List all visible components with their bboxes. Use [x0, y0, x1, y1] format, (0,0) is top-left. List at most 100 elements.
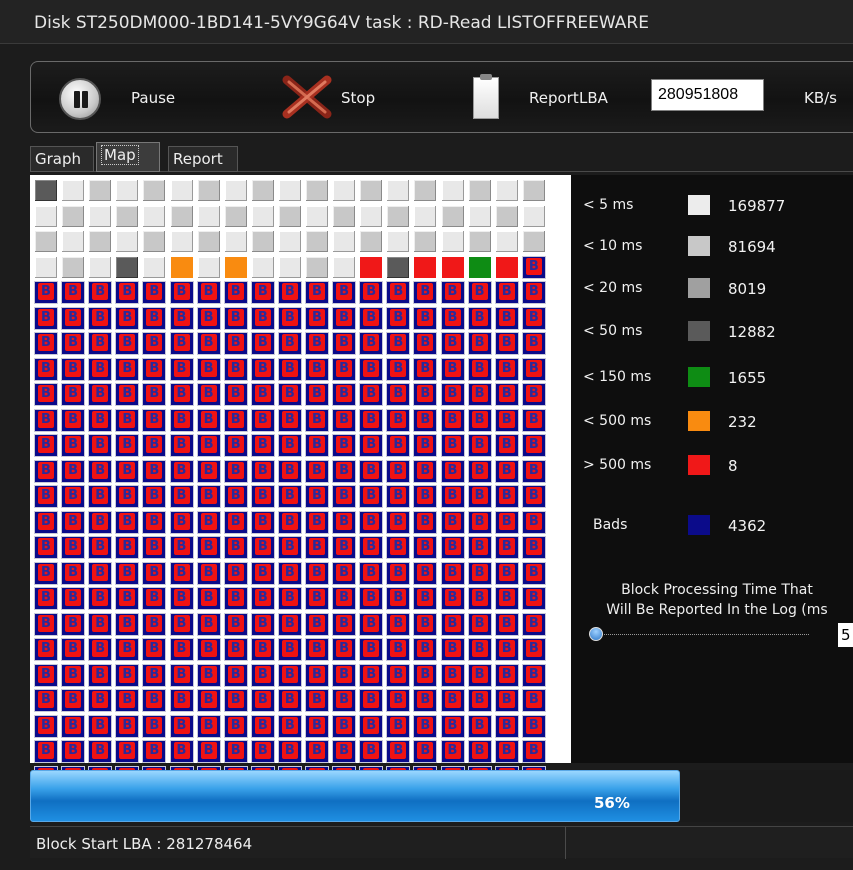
bad-block-cell: [494, 383, 519, 406]
bad-block-cell: [332, 587, 357, 610]
bad-block-cell: [521, 663, 546, 687]
bad-block-cell: [386, 408, 411, 432]
threshold-slider[interactable]: [589, 627, 809, 647]
bad-block-cell: [250, 689, 275, 712]
bad-block-cell: [88, 357, 113, 381]
legend-swatch: [688, 321, 710, 341]
toolbar: Pause Stop Report LBA 280951808 KB/s: [30, 61, 853, 133]
clipboard-icon: [473, 74, 499, 119]
bad-block-cell: [467, 689, 492, 712]
bad-block-cell: [494, 561, 519, 585]
bad-block-cell: [359, 689, 384, 712]
bad-block-cell: [305, 434, 329, 457]
tab-map[interactable]: Map: [96, 142, 160, 172]
bad-block-cell: [142, 510, 167, 534]
bad-block-cell: [196, 459, 221, 483]
tab-report[interactable]: Report: [168, 146, 238, 172]
pause-icon: [59, 78, 101, 120]
bad-block-cell: [88, 689, 113, 712]
bad-block-cell: [494, 459, 519, 483]
report-button[interactable]: Report: [431, 62, 601, 134]
bad-block-cell: [250, 357, 275, 381]
bad-block-cell: [61, 485, 86, 508]
legend-count: 12882: [728, 323, 776, 341]
bad-block-cell: [142, 485, 167, 508]
bad-block-cell: [169, 638, 194, 661]
bad-block-cell: [250, 383, 275, 406]
bad-block-cell: [196, 383, 221, 406]
bad-block-cell: [196, 740, 221, 763]
block-cell: [88, 230, 113, 253]
block-cell: [359, 255, 384, 279]
bad-block-cell: [142, 663, 167, 687]
bad-block-cell: [332, 332, 357, 355]
bad-block-cell: [115, 332, 140, 355]
block-cell: [440, 230, 465, 253]
bad-block-cell: [359, 740, 384, 763]
bad-block-cell: [521, 255, 546, 279]
bad-block-cell: [223, 332, 248, 355]
bad-block-cell: [494, 689, 519, 712]
bad-block-cell: [359, 306, 384, 330]
bad-block-cell: [467, 434, 492, 457]
bad-block-cell: [88, 587, 113, 610]
bad-block-cell: [250, 612, 275, 636]
bad-block-cell: [223, 561, 248, 585]
bad-block-cell: [196, 638, 221, 661]
bad-block-cell: [34, 740, 58, 763]
block-cell: [223, 230, 248, 253]
bad-block-cell: [332, 689, 357, 712]
bad-block-cell: [440, 561, 465, 585]
block-cell: [223, 255, 248, 279]
bad-block-cell: [386, 281, 411, 304]
block-cell: [88, 255, 113, 279]
block-cell: [413, 179, 438, 202]
bad-block-cell: [521, 485, 546, 508]
lba-field[interactable]: 280951808: [651, 79, 764, 111]
legend-count: 169877: [728, 197, 786, 215]
bad-block-cell: [277, 306, 302, 330]
legend-label: < 150 ms: [583, 369, 652, 385]
bad-block-cell: [386, 383, 411, 406]
bad-block-cell: [305, 740, 329, 763]
bad-block-cell: [88, 638, 113, 661]
bad-block-cell: [277, 332, 302, 355]
legend-swatch: [688, 278, 710, 298]
threshold-value-field[interactable]: 5: [838, 623, 853, 647]
bad-block-cell: [169, 587, 194, 610]
bad-block-cell: [169, 306, 194, 330]
stop-button[interactable]: Stop: [271, 62, 401, 134]
bad-block-cell: [142, 612, 167, 636]
block-cell: [34, 230, 58, 253]
pause-button[interactable]: Pause: [31, 62, 221, 134]
bad-block-cell: [115, 485, 140, 508]
bad-block-cell: [305, 306, 329, 330]
bad-block-cell: [305, 689, 329, 712]
legend-row-bads: Bads 4362: [593, 515, 853, 537]
bad-block-cell: [34, 536, 58, 559]
bad-block-cell: [521, 638, 546, 661]
bad-block-cell: [196, 357, 221, 381]
legend-swatch: [688, 515, 710, 535]
bad-block-cell: [250, 485, 275, 508]
bad-block-cell: [277, 459, 302, 483]
slider-thumb[interactable]: [589, 627, 603, 641]
block-cell: [521, 179, 546, 202]
block-cell: [332, 255, 357, 279]
tab-graph[interactable]: Graph: [30, 146, 94, 172]
block-cell: [34, 204, 58, 228]
block-cell: [305, 230, 329, 253]
bad-block-cell: [196, 281, 221, 304]
bad-block-cell: [142, 357, 167, 381]
bad-block-cell: [169, 485, 194, 508]
block-cell: [169, 204, 194, 228]
bad-block-cell: [494, 638, 519, 661]
bad-block-cell: [88, 510, 113, 534]
bad-block-cell: [88, 612, 113, 636]
bad-block-cell: [494, 612, 519, 636]
bad-block-cell: [494, 332, 519, 355]
bad-block-cell: [196, 714, 221, 738]
bad-block-cell: [34, 434, 58, 457]
block-cell: [142, 230, 167, 253]
bad-block-cell: [359, 638, 384, 661]
